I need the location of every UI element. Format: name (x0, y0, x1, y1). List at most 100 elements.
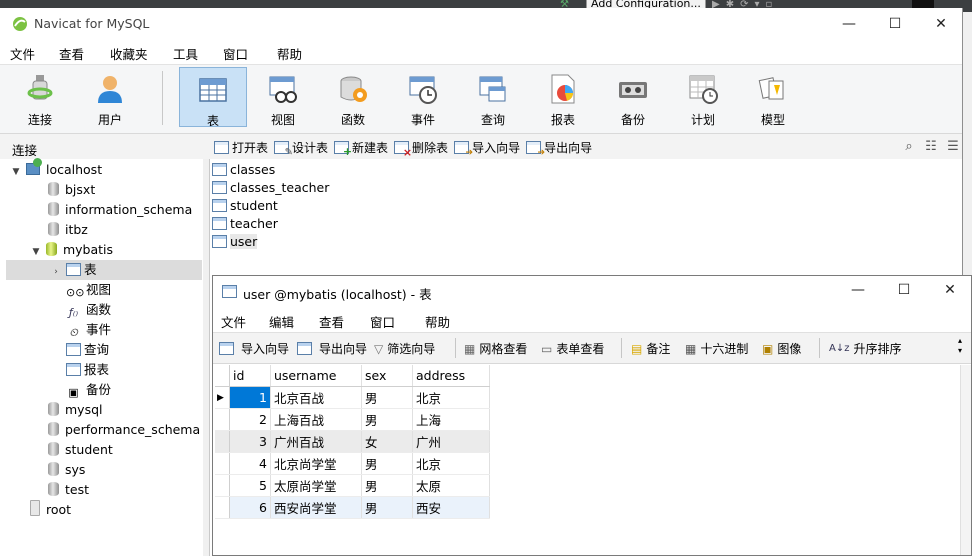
child-menu-help[interactable]: 帮助 (425, 312, 450, 331)
cell-sex[interactable]: 男 (361, 452, 413, 475)
table-row[interactable]: 4 北京尚学堂 男 北京 (215, 452, 490, 475)
import-wizard-button[interactable]: 导入向导 (454, 138, 520, 158)
cell-address[interactable]: 上海 (412, 408, 490, 431)
tree-node-db[interactable]: test (48, 480, 89, 500)
table-row[interactable]: 5 太原尚学堂 男 太原 (215, 474, 490, 497)
tree-node-db[interactable]: student (48, 440, 113, 460)
table-list-item[interactable]: student (212, 197, 278, 215)
menu-favorites[interactable]: 收藏夹 (110, 44, 148, 63)
list-view-icon[interactable]: ☷ (922, 138, 940, 156)
cell-address[interactable]: 广州 (412, 430, 490, 453)
toolbar-event-button[interactable]: 事件 (389, 67, 457, 127)
cell-address[interactable]: 西安 (412, 496, 490, 519)
delete-table-button[interactable]: 删除表 (394, 138, 448, 159)
minimize-button[interactable]: — (826, 8, 872, 40)
table-row[interactable]: ▶ 1 北京百战 男 北京 (215, 386, 490, 409)
column-header-id[interactable]: id (229, 365, 271, 387)
tree-node-db[interactable]: performance_schema (48, 420, 200, 440)
cell-id[interactable]: 5 (229, 474, 271, 497)
toolbar-model-button[interactable]: 模型 (739, 67, 807, 127)
column-header-username[interactable]: username (270, 365, 362, 387)
cell-username[interactable]: 西安尚学堂 (270, 496, 362, 519)
chevron-down-icon[interactable]: ▼ (30, 242, 42, 262)
cell-id[interactable]: 4 (229, 452, 271, 475)
tree-node-tables[interactable]: › 表 (6, 260, 202, 280)
table-list-item[interactable]: user (212, 233, 258, 251)
child-export-wizard-button[interactable]: 导出向导 (297, 340, 367, 357)
menu-window[interactable]: 窗口 (223, 44, 248, 63)
tree-node-functions[interactable]: ƒ₍₎ 函数 (66, 300, 111, 320)
menu-view[interactable]: 查看 (59, 44, 84, 63)
cell-username[interactable]: 太原尚学堂 (270, 474, 362, 497)
cell-address[interactable]: 太原 (412, 474, 490, 497)
menu-tools[interactable]: 工具 (173, 44, 198, 63)
maximize-button[interactable]: ☐ (872, 8, 918, 40)
detail-view-icon[interactable]: ☰ (944, 138, 962, 156)
export-wizard-button[interactable]: 导出向导 (526, 138, 592, 158)
chevron-down-icon[interactable]: ▼ (10, 162, 22, 182)
tree-node-backups[interactable]: ▣ 备份 (66, 380, 111, 400)
toolbar-query-button[interactable]: 查询 (459, 67, 527, 127)
cell-username[interactable]: 广州百战 (270, 430, 362, 453)
cell-id[interactable]: 2 (229, 408, 271, 431)
table-row[interactable]: 3 广州百战 女 广州 (215, 430, 490, 453)
toolbar-schedule-button[interactable]: 计划 (669, 67, 737, 127)
cell-address[interactable]: 北京 (412, 452, 490, 475)
column-header-address[interactable]: address (412, 365, 490, 387)
toolbar-report-button[interactable]: 报表 (529, 67, 597, 127)
tree-node-root[interactable]: root (30, 500, 71, 520)
new-table-button[interactable]: 新建表 (334, 138, 388, 158)
hex-button[interactable]: ▦ 十六进制 (685, 340, 748, 357)
toolbar-function-button[interactable]: 函数 (319, 67, 387, 127)
cell-id[interactable]: 3 (229, 430, 271, 453)
column-header-sex[interactable]: sex (361, 365, 413, 387)
cell-sex[interactable]: 男 (361, 474, 413, 497)
chevron-right-icon[interactable]: › (50, 262, 62, 282)
cell-username[interactable]: 北京尚学堂 (270, 452, 362, 475)
vertical-scrollbar[interactable] (960, 365, 971, 555)
child-maximize-button[interactable]: ☐ (881, 275, 927, 305)
sort-ascending-button[interactable]: A↓z 升序排序 (829, 340, 901, 357)
toolbar-table-button[interactable]: 表 (179, 67, 247, 128)
child-menu-edit[interactable]: 编辑 (269, 312, 294, 331)
child-menu-file[interactable]: 文件 (221, 312, 246, 331)
pane-splitter[interactable] (203, 159, 210, 556)
toolbar-view-button[interactable]: 视图 (249, 67, 317, 127)
toolbar-backup-button[interactable]: 备份 (599, 67, 667, 127)
tree-node-events[interactable]: ⏲ 事件 (66, 320, 111, 340)
tree-node-db[interactable]: information_schema (48, 200, 192, 220)
cell-sex[interactable]: 男 (361, 408, 413, 431)
child-minimize-button[interactable]: — (835, 275, 881, 305)
design-table-button[interactable]: 设计表 (274, 138, 328, 158)
tree-node-db[interactable]: itbz (48, 220, 88, 240)
cell-id[interactable]: 1 (229, 386, 271, 409)
close-button[interactable]: ✕ (918, 8, 964, 40)
table-row[interactable]: 2 上海百战 男 上海 (215, 408, 490, 431)
table-list-item[interactable]: classes (212, 161, 275, 179)
child-menu-window[interactable]: 窗口 (370, 312, 395, 331)
cell-sex[interactable]: 男 (361, 496, 413, 519)
cell-username[interactable]: 上海百战 (270, 408, 362, 431)
tree-node-localhost[interactable]: ▼ localhost (10, 158, 102, 182)
table-list-item[interactable]: classes_teacher (212, 179, 329, 197)
toolbar-connect-button[interactable]: 连接 (6, 67, 74, 127)
menu-help[interactable]: 帮助 (277, 44, 302, 63)
table-row[interactable]: 6 西安尚学堂 男 西安 (215, 496, 490, 519)
tree-node-views[interactable]: ⊙⊙ 视图 (66, 280, 111, 300)
grid-view-button[interactable]: ▦ 网格查看 (464, 340, 527, 357)
tree-node-db[interactable]: sys (48, 460, 85, 480)
image-button[interactable]: ▣ 图像 (762, 340, 801, 357)
tree-node-db[interactable]: bjsxt (48, 180, 95, 200)
cell-address[interactable]: 北京 (412, 386, 490, 409)
form-view-button[interactable]: ▭ 表单查看 (541, 340, 604, 357)
search-icon[interactable]: ⌕ (900, 138, 918, 156)
toolbar-user-button[interactable]: 用户 (76, 67, 144, 127)
cell-username[interactable]: 北京百战 (270, 386, 362, 409)
cell-sex[interactable]: 男 (361, 386, 413, 409)
tree-node-db[interactable]: mysql (48, 400, 103, 420)
menu-file[interactable]: 文件 (10, 44, 35, 63)
child-import-wizard-button[interactable]: 导入向导 (219, 340, 289, 357)
tree-node-reports[interactable]: 报表 (66, 360, 109, 380)
tree-node-mybatis[interactable]: ▼ mybatis (30, 240, 113, 260)
child-menu-view[interactable]: 查看 (319, 312, 344, 331)
